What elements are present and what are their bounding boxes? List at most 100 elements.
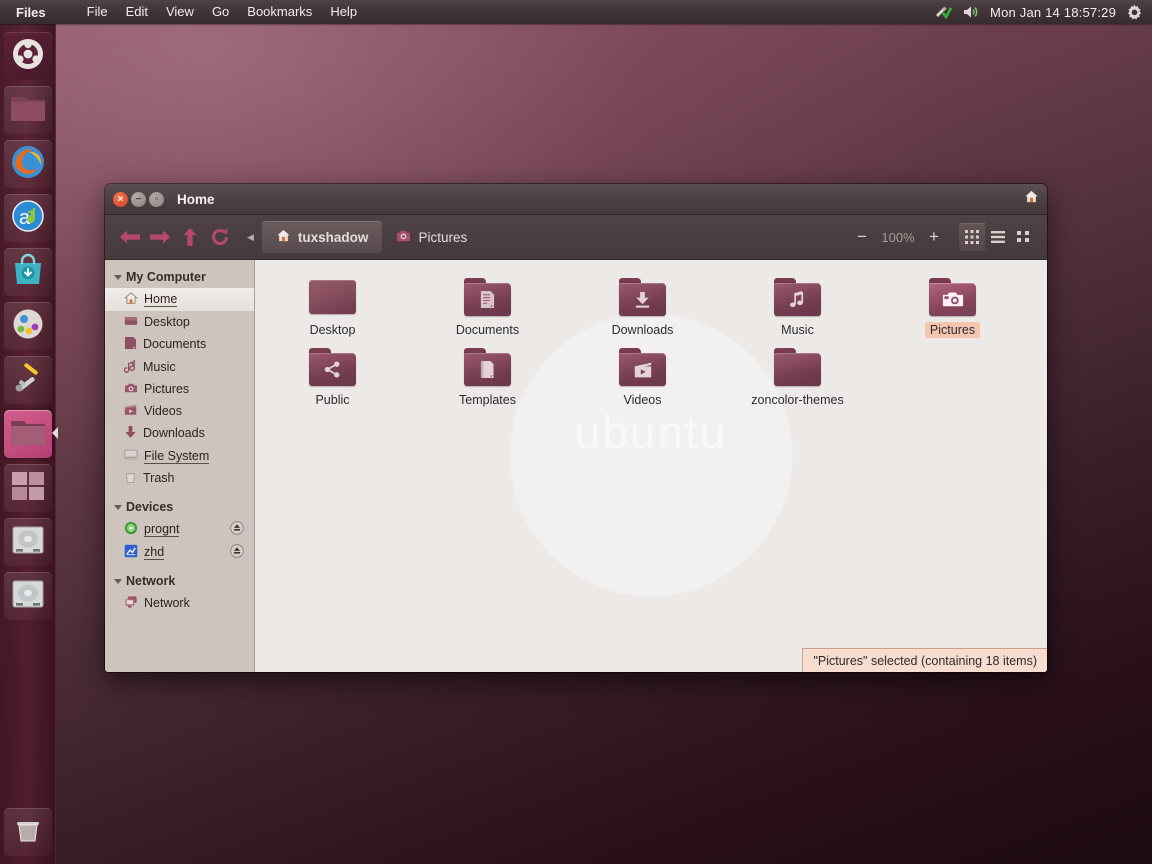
file-item-public[interactable]: Public	[255, 342, 410, 412]
clock[interactable]: Mon Jan 14 18:57:29	[990, 5, 1116, 20]
launcher-item-drive-prognt[interactable]	[3, 518, 52, 566]
launcher-item-software-center[interactable]	[3, 248, 52, 296]
compact-view-button[interactable]	[1011, 223, 1037, 251]
breadcrumb-pictures[interactable]: Pictures	[382, 221, 481, 253]
zoom-in-button[interactable]: +	[921, 224, 947, 250]
menu-help[interactable]: Help	[321, 0, 366, 24]
file-item-videos[interactable]: Videos	[565, 342, 720, 412]
breadcrumb: ◀ tuxshadow Pictures	[239, 221, 481, 253]
file-item-music[interactable]: Music	[720, 272, 875, 342]
sidebar-item-desktop[interactable]: Desktop	[105, 311, 254, 333]
back-button[interactable]	[115, 222, 145, 252]
menu-file[interactable]: File	[78, 0, 117, 24]
file-grid: Desktop Documents Downloads Music Pictur…	[255, 260, 1047, 412]
pictures-icon	[124, 382, 138, 397]
minimize-button[interactable]: −	[131, 191, 146, 207]
workspace-switcher-icon	[11, 471, 45, 506]
places-sidebar: My Computer Home Desktop Documents Music…	[105, 260, 255, 672]
filesystem-icon	[124, 448, 138, 464]
drive-icon	[124, 544, 138, 561]
sidebar-item-downloads[interactable]: Downloads	[105, 422, 254, 445]
titlebar-home-icon	[1024, 189, 1039, 209]
sidebar-item-trash[interactable]: Trash	[105, 467, 254, 490]
sidebar-item-home[interactable]: Home	[105, 288, 254, 311]
sidebar-item-file-system[interactable]: File System	[105, 445, 254, 467]
forward-button[interactable]	[145, 222, 175, 252]
drive-prognt-icon	[11, 524, 45, 561]
menu-view[interactable]: View	[157, 0, 203, 24]
file-item-templates[interactable]: Templates	[410, 342, 565, 412]
breadcrumb-tuxshadow[interactable]: tuxshadow	[261, 221, 383, 253]
panel-app-name[interactable]: Files	[8, 5, 54, 20]
reload-button[interactable]	[205, 222, 235, 252]
breadcrumb-label: tuxshadow	[297, 229, 369, 245]
menu-bookmarks[interactable]: Bookmarks	[238, 0, 321, 24]
sidebar-item-label: zhd	[144, 545, 165, 560]
sidebar-section-devices[interactable]: Devices	[105, 496, 254, 518]
launcher-item-drive-zhd[interactable]	[3, 572, 52, 620]
file-item-zoncolor-themes[interactable]: zoncolor-themes	[720, 342, 875, 412]
window-titlebar[interactable]: × − ▫ Home	[105, 184, 1047, 215]
zoom-level: 100%	[881, 229, 915, 245]
sidebar-section-my-computer[interactable]: My Computer	[105, 266, 254, 288]
sidebar-item-documents[interactable]: Documents	[105, 333, 254, 356]
launcher-item-apps[interactable]	[3, 302, 52, 350]
desktop-icon	[124, 314, 138, 330]
menu-edit[interactable]: Edit	[117, 0, 157, 24]
sidebar-item-music[interactable]: Music	[105, 356, 254, 379]
file-item-documents[interactable]: Documents	[410, 272, 565, 342]
launcher-item-system-settings[interactable]	[3, 356, 52, 404]
sidebar-item-label: File System	[144, 448, 210, 464]
chevron-down-icon[interactable]	[114, 504, 122, 510]
icon-view-button[interactable]	[959, 223, 985, 251]
launcher-item-workspace-switcher[interactable]	[3, 464, 52, 512]
status-bar: "Pictures" selected (containing 18 items…	[802, 648, 1047, 672]
drive-zhd-icon	[11, 578, 45, 615]
launcher-item-dash[interactable]	[3, 32, 52, 80]
launcher-item-files[interactable]	[3, 86, 52, 134]
file-item-downloads[interactable]: Downloads	[565, 272, 720, 342]
file-item-pictures[interactable]: Pictures	[875, 272, 1030, 342]
firefox-icon	[9, 143, 47, 186]
close-button[interactable]: ×	[113, 191, 128, 207]
chevron-down-icon[interactable]	[114, 578, 122, 584]
status-bar-text: "Pictures" selected (containing 18 items…	[813, 653, 1037, 668]
up-button[interactable]	[175, 222, 205, 252]
software-center-icon	[11, 253, 45, 292]
camera-icon	[396, 229, 411, 245]
optical-disc-icon	[124, 521, 138, 538]
files-folder-icon	[10, 93, 46, 128]
sidebar-item-network[interactable]: Network	[105, 592, 254, 615]
chevron-down-icon[interactable]	[114, 274, 122, 280]
launcher-item-trash[interactable]	[4, 808, 52, 856]
maximize-button[interactable]: ▫	[149, 191, 164, 207]
menu-go[interactable]: Go	[203, 0, 238, 24]
videos-icon	[124, 403, 138, 419]
rhythmbox-icon: a	[10, 198, 46, 239]
launcher-item-files-active[interactable]	[3, 410, 58, 458]
sidebar-item-label: prognt	[144, 522, 180, 537]
pathbar-scroll-left-icon[interactable]: ◀	[239, 232, 262, 243]
zoom-out-button[interactable]: −	[849, 224, 875, 250]
window-title: Home	[177, 191, 215, 207]
list-view-button[interactable]	[985, 223, 1011, 251]
sidebar-item-pictures[interactable]: Pictures	[105, 379, 254, 400]
indicator-tray: Mon Jan 14 18:57:29	[934, 4, 1152, 21]
sidebar-item-label: Documents	[143, 337, 207, 351]
eject-button-zhd[interactable]	[230, 544, 244, 561]
gear-icon[interactable]	[1126, 4, 1143, 21]
eject-button-prognt[interactable]	[230, 521, 244, 538]
sidebar-item-zhd[interactable]: zhd	[105, 541, 254, 564]
sidebar-item-videos[interactable]: Videos	[105, 400, 254, 422]
file-item-desktop[interactable]: Desktop	[255, 272, 410, 342]
volume-icon[interactable]	[962, 4, 980, 20]
file-item-label: Desktop	[309, 323, 356, 337]
launcher-item-rhythmbox[interactable]: a	[3, 194, 52, 242]
folder-desktop-icon	[309, 278, 356, 316]
file-item-label: Public	[315, 393, 350, 407]
file-icon-view[interactable]: ubuntu Desktop Documents Downloads Music…	[255, 260, 1047, 672]
sidebar-item-prognt[interactable]: prognt	[105, 518, 254, 541]
launcher-item-firefox[interactable]	[3, 140, 52, 188]
updates-icon[interactable]	[934, 4, 953, 20]
sidebar-section-network[interactable]: Network	[105, 570, 254, 592]
